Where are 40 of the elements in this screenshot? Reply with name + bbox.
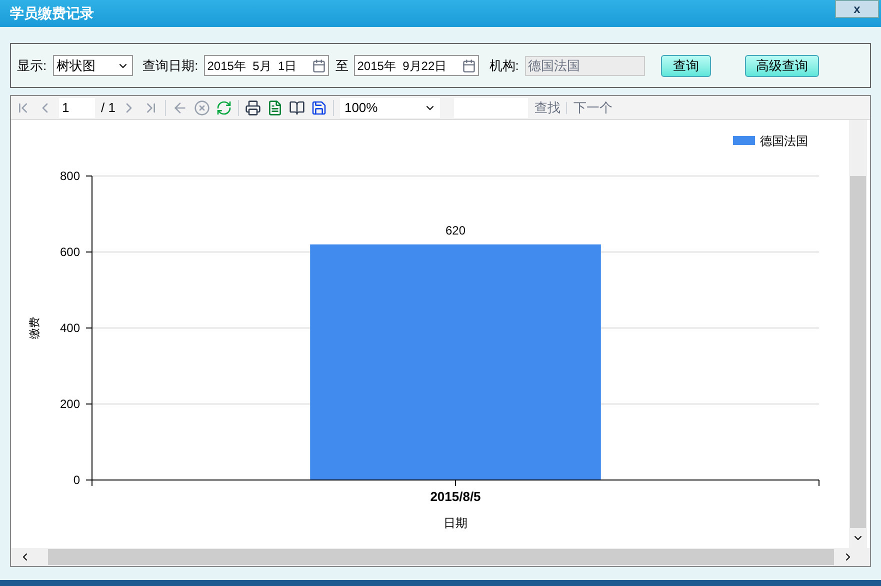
printer-icon[interactable]	[245, 100, 262, 116]
date-to-picker[interactable]: 2015年 9月22日	[354, 55, 480, 76]
window-title: 学员缴费记录	[10, 4, 94, 23]
horizontal-scrollbar[interactable]	[11, 548, 870, 566]
vertical-scrollbar[interactable]	[849, 120, 867, 548]
stop-icon[interactable]	[194, 100, 210, 116]
bar-value-label: 620	[445, 223, 466, 238]
y-tick-label: 200	[60, 397, 80, 411]
org-label: 机构:	[489, 56, 519, 75]
calendar-icon	[312, 58, 326, 72]
calendar-icon	[462, 58, 476, 72]
scroll-thumb[interactable]	[850, 176, 866, 528]
y-tick-label: 0	[73, 473, 80, 487]
to-label: 至	[335, 56, 348, 75]
scroll-thumb[interactable]	[48, 549, 834, 565]
y-tick-label: 400	[60, 321, 80, 335]
page-field[interactable]: 1	[59, 98, 95, 118]
book-icon[interactable]	[289, 100, 306, 116]
advanced-query-button[interactable]: 高级查询	[744, 54, 819, 76]
zoom-select[interactable]: 100%	[340, 98, 440, 118]
display-select[interactable]: 树状图	[52, 55, 133, 76]
find-link[interactable]: 查找	[534, 98, 560, 118]
date-from-picker[interactable]: 2015年 5月 1日	[204, 55, 330, 76]
org-field[interactable]: 德国法国	[524, 56, 645, 76]
y-tick-label: 600	[60, 245, 80, 259]
page-layout-icon[interactable]	[267, 100, 284, 116]
close-button[interactable]: x	[835, 0, 879, 18]
x-tick-label: 2015/8/5	[430, 489, 481, 504]
save-icon[interactable]	[311, 100, 328, 116]
display-label: 显示:	[17, 56, 47, 75]
query-button[interactable]: 查询	[660, 54, 711, 76]
y-axis-title: 缴费	[29, 317, 41, 339]
find-field[interactable]	[454, 98, 528, 118]
y-tick-label: 800	[60, 169, 80, 183]
date-label: 查询日期:	[142, 56, 198, 75]
next-link[interactable]: 下一个	[573, 98, 612, 118]
x-axis-title: 日期	[444, 516, 468, 530]
page-total: / 1	[101, 98, 116, 117]
refresh-icon[interactable]	[216, 100, 232, 116]
legend-label: 德国法国	[760, 134, 808, 148]
